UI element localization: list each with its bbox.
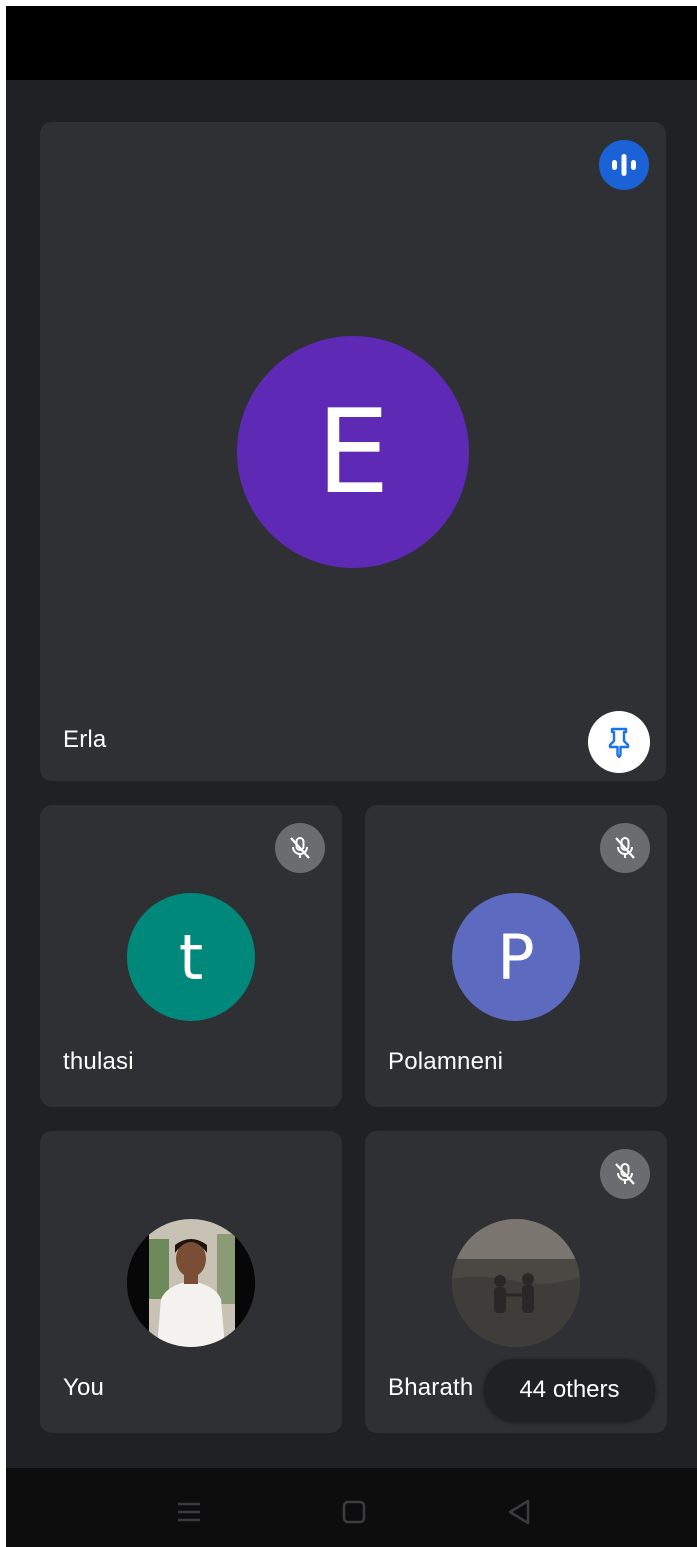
profile-photo bbox=[452, 1219, 580, 1347]
avatar bbox=[127, 1219, 255, 1347]
participant-name: Polamneni bbox=[388, 1048, 504, 1075]
mic-off-icon bbox=[275, 823, 325, 873]
others-chip[interactable]: 44 others bbox=[484, 1359, 655, 1421]
navigation-bar bbox=[6, 1468, 697, 1547]
avatar: t bbox=[127, 893, 255, 1021]
avatar-initial: t bbox=[178, 920, 204, 994]
audio-level-icon bbox=[599, 140, 649, 190]
status-bar bbox=[6, 6, 697, 80]
participant-tile-main[interactable]: E Erla bbox=[40, 122, 666, 781]
avatar: P bbox=[452, 893, 580, 1021]
participant-tile[interactable]: t thulasi bbox=[40, 805, 342, 1107]
participant-tile[interactable]: P Polamneni bbox=[365, 805, 667, 1107]
avatar: E bbox=[237, 336, 469, 568]
participant-tile-self[interactable]: You bbox=[40, 1131, 342, 1433]
back-icon[interactable] bbox=[501, 1494, 537, 1530]
avatar-initial: P bbox=[497, 920, 535, 994]
participant-name: thulasi bbox=[63, 1048, 134, 1075]
mic-off-icon bbox=[600, 1149, 650, 1199]
participant-name: Erla bbox=[63, 726, 107, 753]
home-icon[interactable] bbox=[336, 1494, 372, 1530]
meet-screen: E Erla t thulasi P Polamneni You Bharath… bbox=[6, 6, 697, 1547]
avatar bbox=[452, 1219, 580, 1347]
profile-photo bbox=[127, 1219, 255, 1347]
avatar-initial: E bbox=[316, 384, 390, 520]
participant-name: You bbox=[63, 1374, 105, 1401]
participant-name: Bharath bbox=[388, 1374, 474, 1401]
pin-icon bbox=[608, 727, 630, 758]
mic-off-icon bbox=[600, 823, 650, 873]
pin-button[interactable] bbox=[588, 711, 650, 773]
recent-apps-icon[interactable] bbox=[171, 1494, 207, 1530]
